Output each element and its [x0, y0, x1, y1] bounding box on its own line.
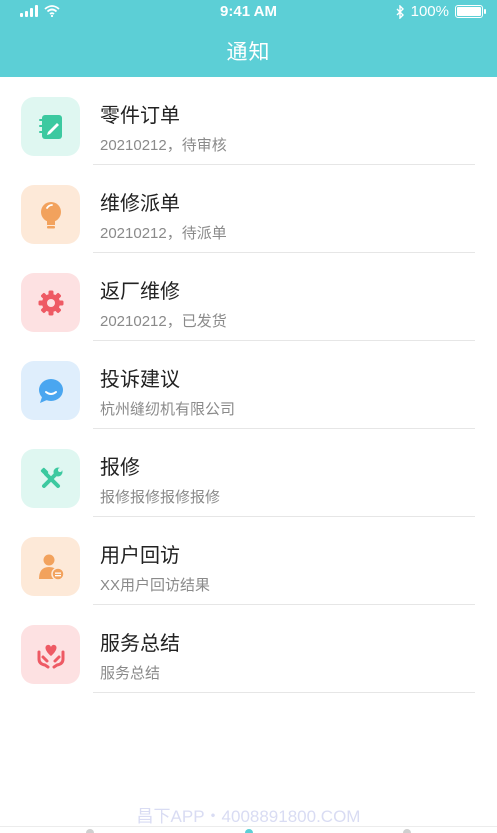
battery-icon	[455, 5, 486, 18]
notification-list: 零件订单 20210212，待审核 维修派单 20210212，待派单 返厂维修…	[0, 77, 497, 693]
icon-container	[21, 537, 80, 596]
icon-container	[21, 185, 80, 244]
icon-container	[21, 273, 80, 332]
item-subtitle: XX用户回访结果	[100, 577, 211, 594]
notebook-icon	[38, 114, 62, 139]
watermark-text: 昌下APP・4008891800.COM	[136, 807, 361, 826]
heart-hands-icon	[37, 644, 64, 668]
list-item[interactable]: 用户回访 XX用户回访结果	[0, 517, 497, 605]
wrench-screwdriver-icon	[40, 467, 62, 488]
tab-indicator	[86, 829, 94, 833]
list-item[interactable]: 服务总结 服务总结	[0, 605, 497, 693]
list-item[interactable]: 维修派单 20210212，待派单	[0, 165, 497, 253]
item-title: 报修	[100, 457, 140, 479]
status-right: 100%	[396, 3, 486, 20]
item-subtitle: 杭州缝纫机有限公司	[100, 401, 236, 418]
item-title: 投诉建议	[100, 369, 180, 391]
gear-icon	[38, 290, 63, 315]
chat-bubble-icon	[38, 378, 63, 403]
divider	[93, 692, 475, 693]
item-title: 返厂维修	[100, 281, 180, 303]
status-bar: 9:41 AM 100%	[0, 0, 497, 24]
icon-container	[21, 449, 80, 508]
list-item[interactable]: 零件订单 20210212，待审核	[0, 77, 497, 165]
list-item[interactable]: 投诉建议 杭州缝纫机有限公司	[0, 341, 497, 429]
tab-indicator-active	[245, 829, 253, 833]
item-title: 维修派单	[100, 193, 180, 215]
icon-container	[21, 97, 80, 156]
list-item[interactable]: 报修 报修报修报修报修	[0, 429, 497, 517]
icon-container	[21, 361, 80, 420]
header-bar: 9:41 AM 100% 通知	[0, 0, 497, 77]
bluetooth-icon	[396, 4, 404, 19]
item-subtitle: 20210212，待审核	[100, 137, 227, 154]
tab-bar-divider	[0, 826, 497, 827]
item-subtitle: 20210212，已发货	[100, 313, 227, 330]
list-item[interactable]: 返厂维修 20210212，已发货	[0, 253, 497, 341]
icon-container	[21, 625, 80, 684]
lightbulb-icon	[40, 201, 61, 228]
item-subtitle: 服务总结	[100, 665, 161, 682]
page-title: 通知	[226, 41, 271, 64]
item-subtitle: 20210212，待派单	[100, 225, 227, 242]
battery-percent: 100%	[410, 3, 449, 20]
item-title: 服务总结	[100, 633, 180, 655]
user-chat-icon	[38, 554, 65, 581]
item-subtitle: 报修报修报修报修	[100, 489, 221, 506]
tab-indicator	[403, 829, 411, 833]
item-title: 零件订单	[100, 105, 180, 127]
item-title: 用户回访	[100, 545, 180, 567]
